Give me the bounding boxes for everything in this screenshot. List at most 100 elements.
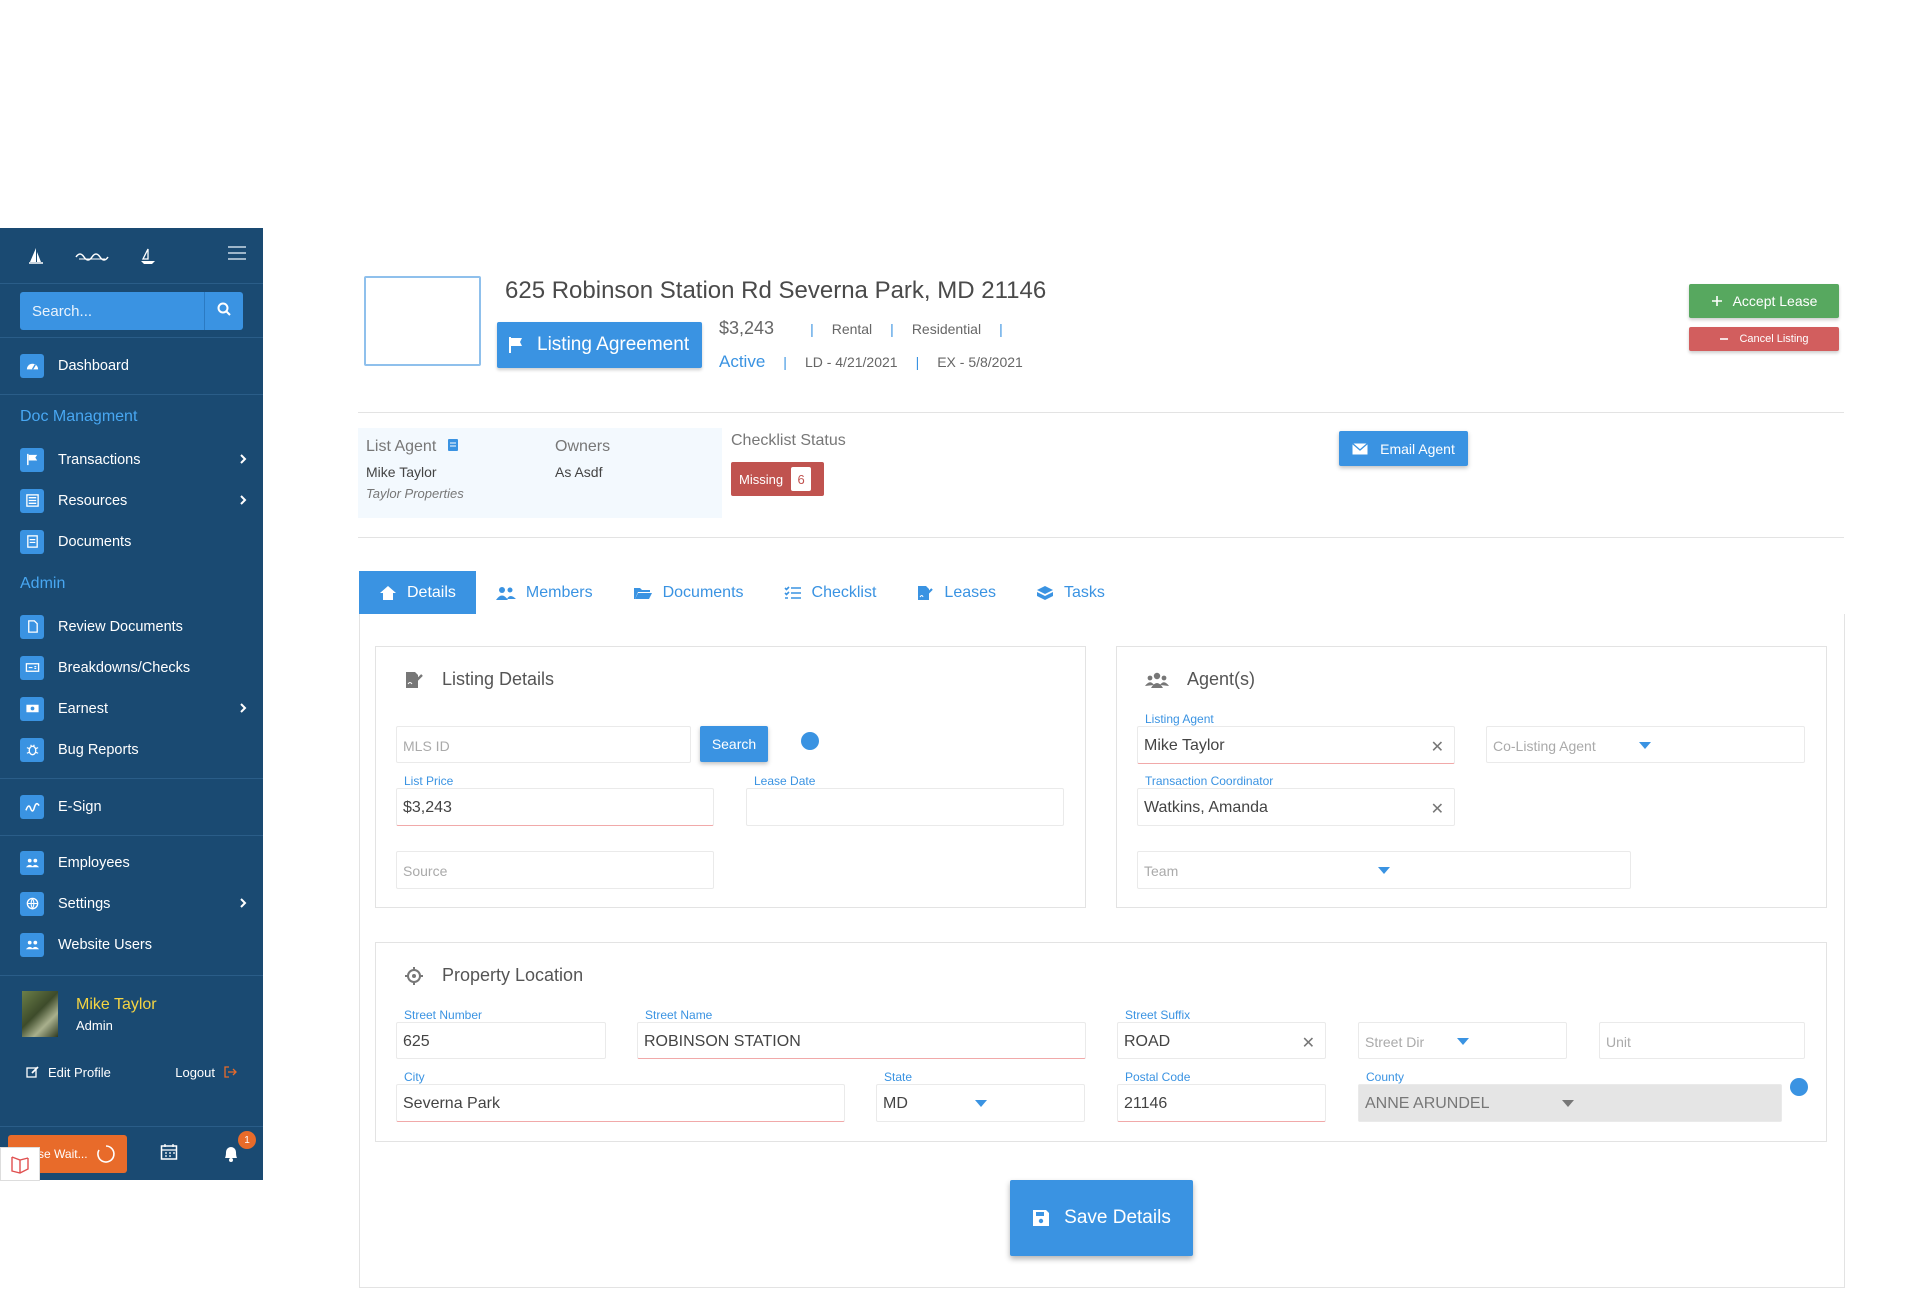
email-agent-button[interactable]: Email Agent bbox=[1339, 431, 1468, 466]
street-dir-select[interactable]: Street Dir bbox=[1358, 1022, 1567, 1059]
sidebar-item-label: Breakdowns/Checks bbox=[58, 659, 191, 676]
owners-label: Owners bbox=[555, 438, 611, 455]
boat-icon[interactable] bbox=[128, 246, 168, 266]
avatar[interactable] bbox=[22, 991, 58, 1037]
missing-count: 6 bbox=[791, 467, 812, 491]
save-icon bbox=[1033, 1210, 1050, 1226]
caret-down-icon bbox=[1639, 742, 1651, 749]
waves-icon[interactable] bbox=[72, 246, 112, 266]
users-icon bbox=[495, 586, 516, 600]
missing-badge[interactable]: Missing 6 bbox=[731, 462, 824, 496]
flag-icon bbox=[509, 337, 522, 353]
detail-tabs: Details Members Documents Checklist Leas… bbox=[359, 571, 1125, 614]
accept-lease-button[interactable]: Accept Lease bbox=[1689, 284, 1839, 318]
tab-tasks[interactable]: Tasks bbox=[1016, 571, 1125, 614]
tab-leases[interactable]: Leases bbox=[896, 571, 1016, 614]
sidebar-header bbox=[0, 228, 263, 284]
tab-members[interactable]: Members bbox=[476, 571, 613, 614]
source-input[interactable]: Source bbox=[396, 851, 714, 889]
status-dot bbox=[801, 732, 819, 750]
transaction-coordinator-select[interactable]: Transaction Coordinator Watkins, Amanda … bbox=[1137, 774, 1455, 826]
sidebar-item-review-documents[interactable]: Review Documents bbox=[0, 606, 263, 647]
sidebar-search: Search... bbox=[0, 284, 263, 338]
sailboat-icon[interactable] bbox=[16, 246, 56, 266]
logout-link[interactable]: Logout bbox=[175, 1065, 237, 1080]
profile-name: Mike Taylor bbox=[76, 995, 157, 1013]
divider bbox=[358, 412, 1844, 413]
id-card-icon bbox=[447, 439, 458, 451]
team-select[interactable]: Team bbox=[1137, 851, 1631, 889]
checklist-status: Checklist Status Missing 6 bbox=[731, 432, 846, 496]
file-signature-icon bbox=[406, 671, 423, 688]
state-select[interactable]: State MD bbox=[876, 1070, 1085, 1122]
sidebar-item-transactions[interactable]: Transactions bbox=[0, 439, 263, 480]
co-listing-agent-select[interactable]: Co-Listing Agent bbox=[1486, 726, 1805, 763]
save-details-button[interactable]: Save Details bbox=[1010, 1180, 1193, 1256]
envelope-icon bbox=[1352, 442, 1369, 454]
search-input[interactable]: Search... bbox=[20, 292, 243, 330]
clear-icon[interactable]: ✕ bbox=[1302, 1033, 1315, 1053]
file-icon bbox=[20, 614, 44, 639]
list-price-input[interactable]: List Price $3,243 bbox=[396, 774, 714, 826]
postal-code-input[interactable]: Postal Code 21146 bbox=[1117, 1070, 1326, 1122]
cancel-listing-button[interactable]: Cancel Listing bbox=[1689, 327, 1839, 351]
sidebar-item-website-users[interactable]: Website Users bbox=[0, 924, 263, 965]
tab-documents[interactable]: Documents bbox=[613, 571, 764, 614]
list-agent-label: List Agent bbox=[366, 438, 464, 456]
money-check-icon bbox=[20, 655, 44, 680]
section-heading-admin: Admin bbox=[20, 575, 66, 592]
checklist-status-label: Checklist Status bbox=[731, 432, 846, 449]
sidebar-item-esign[interactable]: E-Sign bbox=[0, 779, 263, 835]
sidebar-item-employees[interactable]: Employees bbox=[0, 842, 263, 883]
sidebar-item-label: Documents bbox=[58, 533, 132, 550]
caret-down-icon bbox=[1378, 867, 1390, 874]
edit-icon bbox=[26, 1066, 39, 1078]
bell-icon[interactable] bbox=[221, 1143, 241, 1168]
tab-details[interactable]: Details bbox=[359, 571, 476, 614]
bug-icon bbox=[20, 737, 44, 762]
logout-icon bbox=[224, 1066, 237, 1078]
mls-search-button[interactable]: Search bbox=[700, 726, 768, 762]
search-icon[interactable] bbox=[217, 302, 231, 321]
street-number-input[interactable]: Street Number 625 bbox=[396, 1008, 606, 1059]
sidebar-item-resources[interactable]: Resources bbox=[0, 480, 263, 521]
county-select[interactable]: County ANNE ARUNDEL bbox=[1358, 1070, 1782, 1122]
sidebar-item-documents[interactable]: Documents bbox=[0, 521, 263, 562]
listing-agent-select[interactable]: Listing Agent Mike Taylor ✕ bbox=[1137, 712, 1455, 764]
lease-date-input[interactable]: Lease Date bbox=[746, 774, 1064, 826]
search-placeholder: Search... bbox=[32, 302, 93, 320]
sidebar-item-settings[interactable]: Settings bbox=[0, 883, 263, 924]
crosshairs-icon bbox=[405, 966, 423, 985]
mls-id-input[interactable]: MLS ID bbox=[396, 726, 691, 763]
tab-checklist[interactable]: Checklist bbox=[764, 571, 897, 614]
street-suffix-select[interactable]: Street Suffix ROAD ✕ bbox=[1117, 1008, 1326, 1059]
chevron-right-icon bbox=[239, 494, 247, 510]
folder-open-icon bbox=[633, 587, 652, 599]
calendar-icon[interactable] bbox=[160, 1143, 178, 1166]
listing-address: 625 Robinson Station Rd Severna Park, MD… bbox=[505, 277, 1047, 304]
sidebar-item-earnest[interactable]: Earnest bbox=[0, 688, 263, 729]
street-name-input[interactable]: Street Name ROBINSON STATION bbox=[637, 1008, 1086, 1059]
money-icon bbox=[20, 696, 44, 721]
clear-icon[interactable]: ✕ bbox=[1431, 799, 1444, 819]
clear-icon[interactable]: ✕ bbox=[1431, 737, 1444, 757]
profile-role: Admin bbox=[76, 1017, 113, 1033]
section-heading-doc: Doc Managment bbox=[20, 408, 138, 425]
chevron-right-icon bbox=[239, 897, 247, 913]
sidebar-item-bug-reports[interactable]: Bug Reports bbox=[0, 729, 263, 770]
listing-agreement-button[interactable]: Listing Agreement bbox=[497, 322, 702, 368]
caret-down-icon bbox=[1457, 1038, 1469, 1045]
spinner-icon bbox=[96, 1145, 115, 1163]
sidebar-item-breakdowns[interactable]: Breakdowns/Checks bbox=[0, 647, 263, 688]
signature-icon bbox=[20, 795, 44, 819]
edit-profile-link[interactable]: Edit Profile bbox=[26, 1065, 111, 1080]
menu-toggle-icon[interactable] bbox=[227, 245, 247, 266]
sidebar-item-label: Website Users bbox=[58, 936, 153, 953]
city-input[interactable]: City Severna Park bbox=[396, 1070, 845, 1122]
document-icon bbox=[20, 529, 44, 554]
sidebar-item-dashboard[interactable]: Dashboard bbox=[0, 338, 263, 394]
sidebar-item-label: Resources bbox=[58, 492, 128, 509]
listing-photo[interactable] bbox=[364, 276, 481, 366]
home-icon bbox=[380, 585, 396, 600]
unit-input[interactable]: Unit bbox=[1599, 1022, 1805, 1059]
